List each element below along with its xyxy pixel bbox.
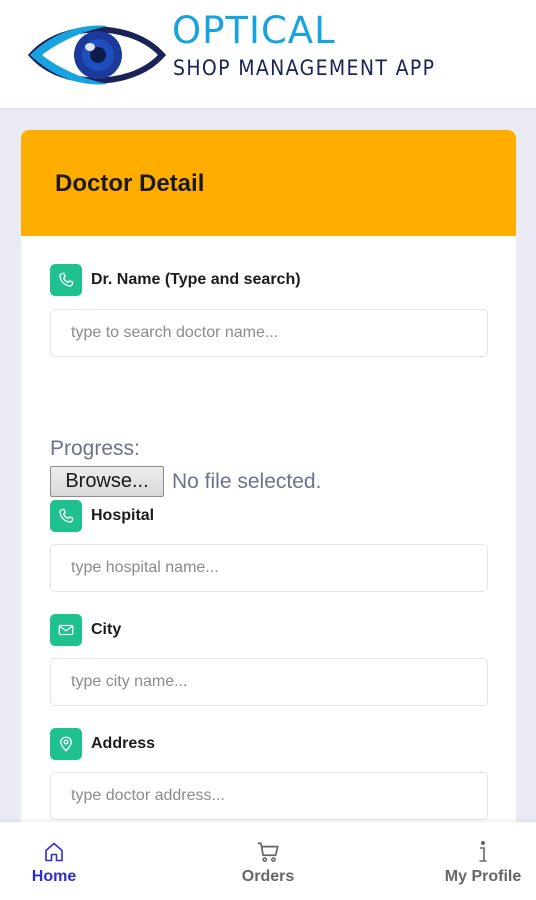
doctor-name-label-text: Dr. Name (Type and search) xyxy=(91,271,301,288)
address-input[interactable] xyxy=(50,772,488,820)
browse-button[interactable]: Browse... xyxy=(50,466,164,497)
eye-logo-icon xyxy=(28,25,166,85)
bottom-nav: Home Orders My Profile xyxy=(0,822,536,900)
nav-label-my-profile: My Profile xyxy=(444,868,522,885)
location-pin-icon xyxy=(50,728,82,760)
nav-item-orders[interactable]: Orders xyxy=(233,822,303,900)
info-icon xyxy=(469,838,497,866)
phone-icon xyxy=(50,264,82,296)
doctor-name-input[interactable] xyxy=(50,309,488,357)
page-title: Doctor Detail xyxy=(55,170,205,197)
hospital-input[interactable] xyxy=(50,544,488,592)
city-input[interactable] xyxy=(50,658,488,706)
cart-icon xyxy=(254,838,282,866)
hospital-label-text: Hospital xyxy=(91,507,155,524)
file-status-text: No file selected. xyxy=(172,470,322,493)
app-header: OPTICAL SHOP MANAGEMENT APP xyxy=(0,0,536,108)
city-label: City xyxy=(50,614,121,646)
nav-label-home: Home xyxy=(31,868,77,885)
nav-item-home[interactable]: Home xyxy=(24,822,84,900)
logo-subtitle: SHOP MANAGEMENT APP xyxy=(173,56,436,80)
phone-icon xyxy=(50,500,82,532)
hospital-label: Hospital xyxy=(50,500,154,532)
address-label-text: Address xyxy=(91,735,156,752)
upload-progress-label: Progress: xyxy=(50,437,140,460)
envelope-icon xyxy=(50,614,82,646)
logo-title: OPTICAL xyxy=(172,9,336,52)
home-icon xyxy=(40,838,68,866)
card-header: Doctor Detail xyxy=(21,130,516,236)
nav-item-my-profile[interactable]: My Profile xyxy=(440,822,526,900)
address-label: Address xyxy=(50,728,155,760)
nav-label-orders: Orders xyxy=(241,868,295,885)
doctor-name-label: Dr. Name (Type and search) xyxy=(50,264,301,296)
doctor-detail-card: Doctor Detail Dr. Name (Type and search)… xyxy=(21,130,516,850)
city-label-text: City xyxy=(91,621,122,638)
